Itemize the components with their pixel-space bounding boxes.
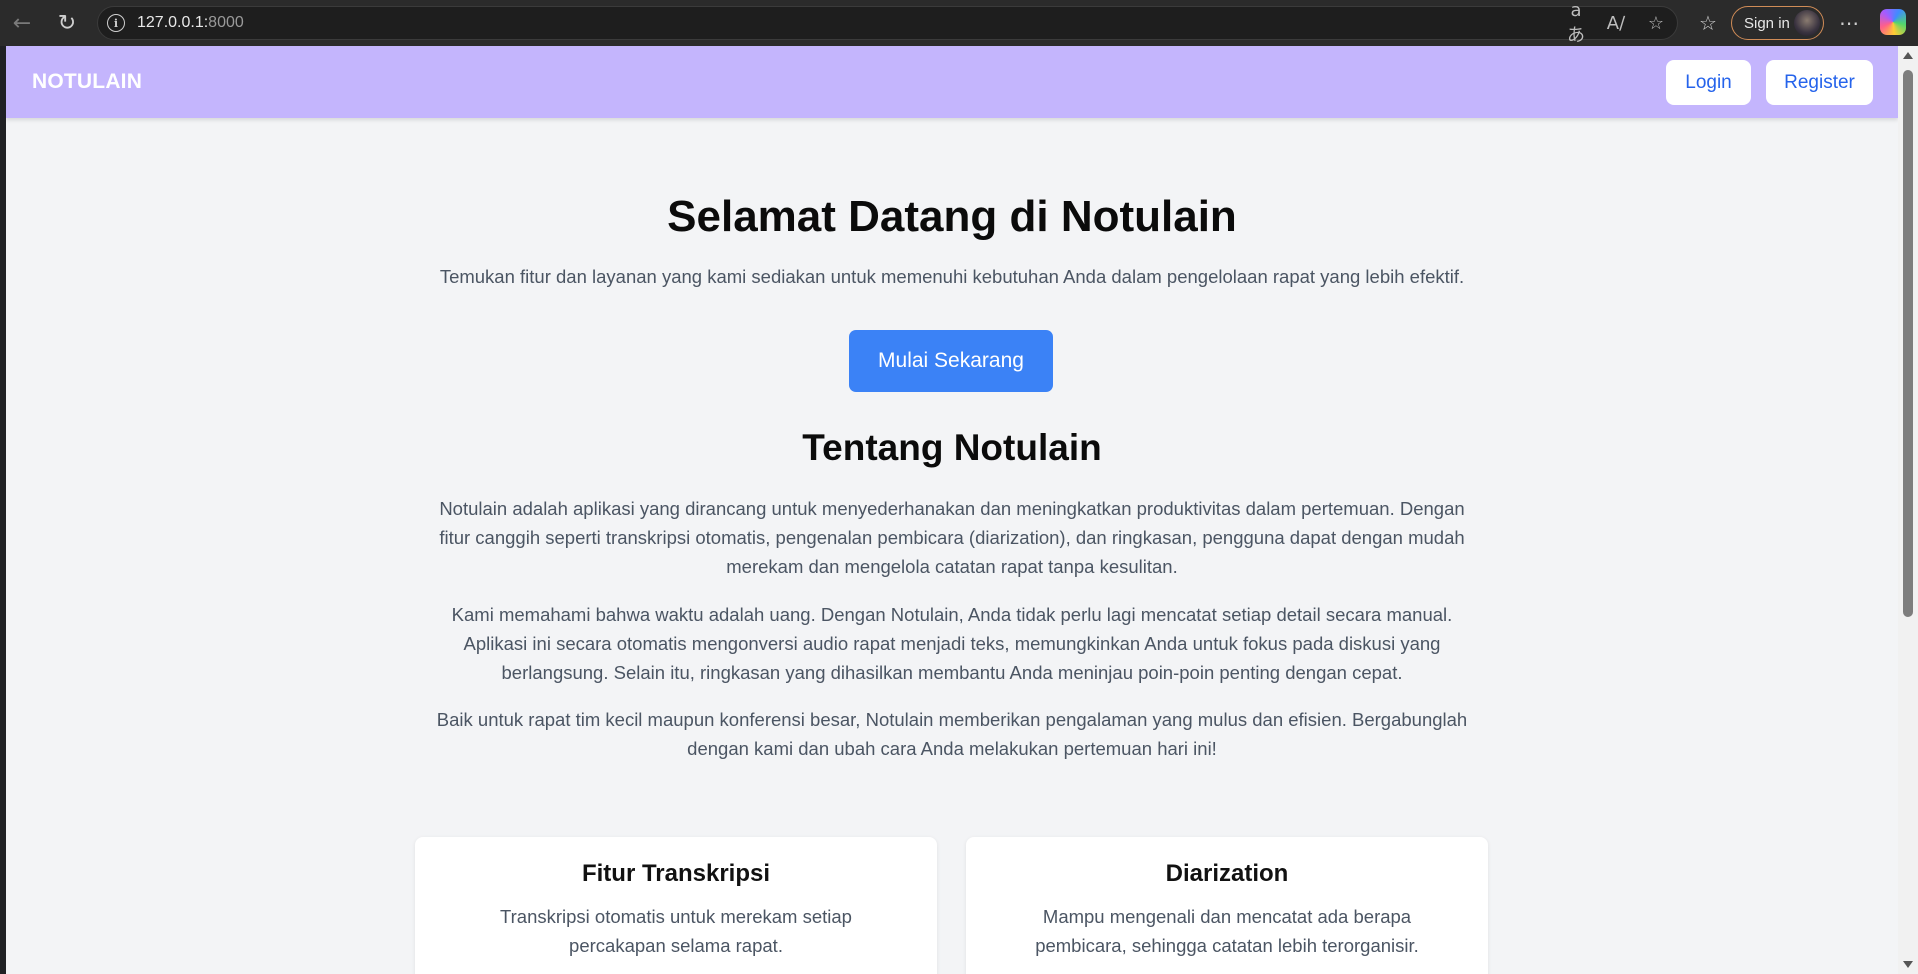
start-now-button[interactable]: Mulai Sekarang: [849, 330, 1053, 392]
back-arrow-icon[interactable]: ←: [8, 9, 36, 37]
scrollbar-thumb[interactable]: [1903, 70, 1913, 617]
scroll-up-arrow-icon[interactable]: [1903, 52, 1913, 59]
page-viewport: NOTULAIN Login Register Selamat Datang d…: [6, 46, 1898, 974]
translate-icon[interactable]: aあ: [1563, 0, 1589, 47]
sign-in-label: Sign in: [1744, 14, 1790, 32]
about-paragraph: Baik untuk rapat tim kecil maupun konfer…: [436, 709, 1468, 759]
scroll-down-arrow-icon[interactable]: [1903, 961, 1913, 968]
feature-card-title: Diarization: [1165, 860, 1289, 887]
url-port: 8000: [208, 14, 244, 31]
brand-logo[interactable]: NOTULAIN: [32, 70, 142, 94]
feature-card-description: Mampu mengenali dan mencatat ada berapa …: [1035, 906, 1419, 956]
info-icon[interactable]: i: [107, 14, 125, 32]
feature-card-title: Fitur Transkripsi: [581, 860, 771, 887]
url-text[interactable]: 127.0.0.1:8000: [137, 14, 244, 32]
login-button[interactable]: Login: [1666, 60, 1751, 105]
hero-subtitle: Temukan fitur dan layanan yang kami sedi…: [439, 266, 1465, 287]
site-navbar: NOTULAIN Login Register: [6, 46, 1898, 118]
register-button[interactable]: Register: [1766, 60, 1873, 105]
browser-toolbar: ← ↻ i 127.0.0.1:8000 aあ A∕ ☆ ☆ Sign in ⋯: [0, 0, 1918, 46]
address-bar[interactable]: i 127.0.0.1:8000 aあ A∕ ☆: [97, 0, 1678, 46]
favorite-star-icon[interactable]: ☆: [1643, 13, 1669, 34]
about-title: Tentang Notulain: [802, 427, 1102, 468]
reload-icon[interactable]: ↻: [53, 9, 81, 37]
about-paragraph: Kami memahami bahwa waktu adalah uang. D…: [451, 604, 1453, 683]
sign-in-button[interactable]: Sign in: [1731, 6, 1824, 40]
vertical-scrollbar[interactable]: [1898, 46, 1918, 974]
avatar: [1794, 10, 1820, 36]
about-paragraph: Notulain adalah aplikasi yang dirancang …: [439, 498, 1465, 577]
copilot-icon[interactable]: [1880, 9, 1906, 35]
feature-card-description: Transkripsi otomatis untuk merekam setia…: [500, 906, 852, 956]
read-aloud-icon[interactable]: A∕: [1603, 13, 1629, 34]
more-menu-icon[interactable]: ⋯: [1836, 10, 1862, 36]
feature-card-transcription: Fitur Transkripsi Transkripsi otomatis u…: [415, 837, 937, 974]
favorites-list-icon[interactable]: ☆: [1695, 10, 1721, 36]
hero-title: Selamat Datang di Notulain: [667, 192, 1237, 241]
feature-card-diarization: Diarization Mampu mengenali dan mencatat…: [966, 837, 1488, 974]
url-host: 127.0.0.1:: [137, 14, 209, 31]
